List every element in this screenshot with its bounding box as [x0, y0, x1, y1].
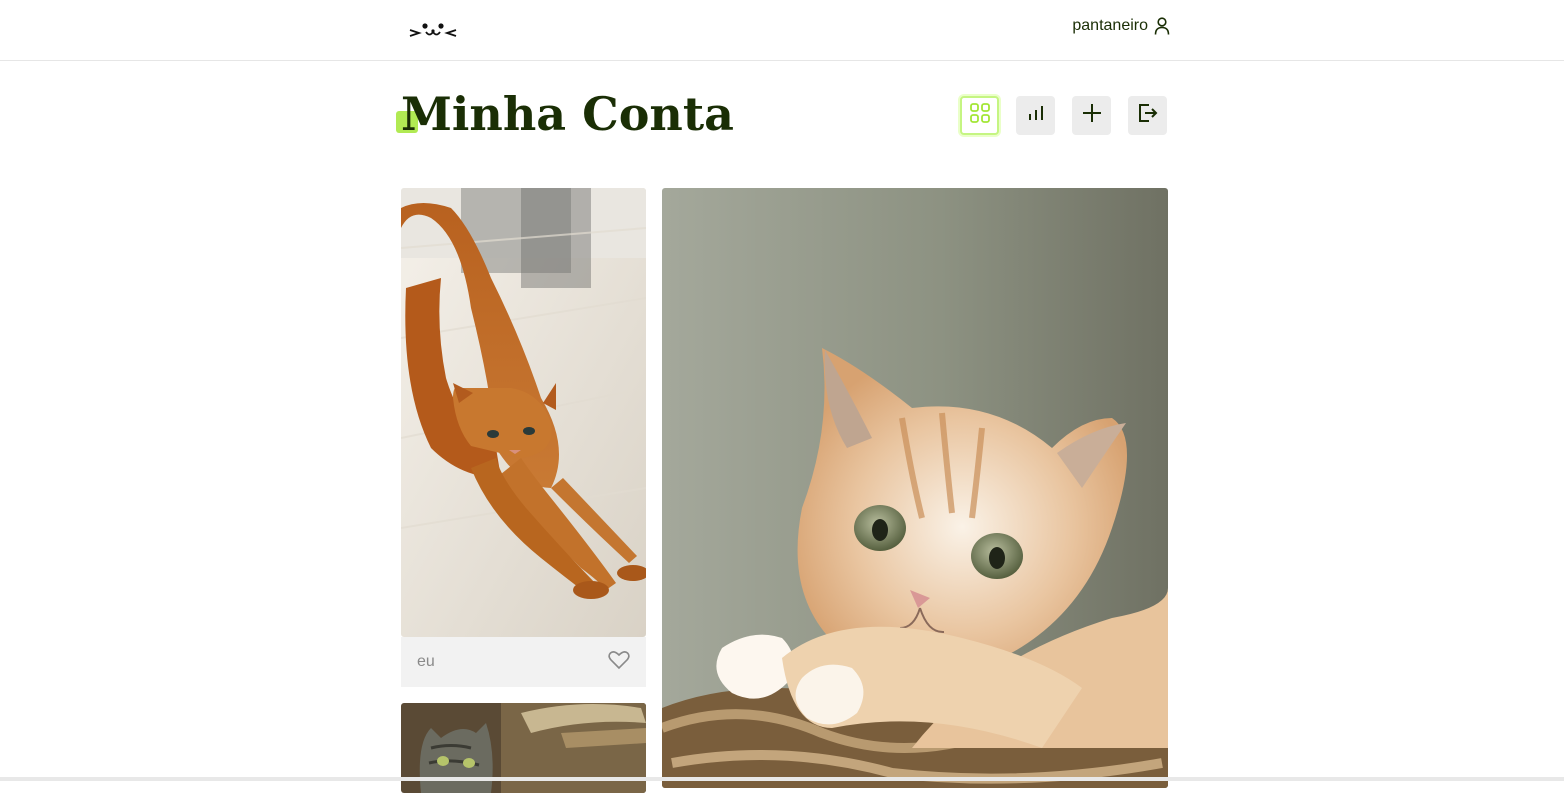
- person-icon: [1154, 17, 1170, 35]
- logout-icon: [1137, 102, 1159, 129]
- like-button[interactable]: [608, 650, 630, 675]
- heart-icon: [608, 650, 630, 675]
- grid-icon: [969, 102, 991, 129]
- cat-face-logo-icon[interactable]: [409, 16, 457, 42]
- grid-view-button[interactable]: [960, 96, 999, 135]
- plus-icon: [1081, 102, 1103, 129]
- page-title: Minha Conta: [401, 87, 734, 141]
- photo-caption[interactable]: eu: [417, 653, 435, 671]
- add-post-button[interactable]: [1072, 96, 1111, 135]
- user-account-link[interactable]: pantaneiro: [1072, 17, 1170, 35]
- photo-cream-kitten[interactable]: [662, 188, 1168, 788]
- bar-chart-icon: [1026, 103, 1046, 128]
- page-title-wrapper: Minha Conta: [396, 86, 734, 142]
- username-label[interactable]: pantaneiro: [1072, 17, 1148, 35]
- photo-caption-bar: eu: [401, 637, 646, 687]
- account-actions: [960, 96, 1167, 135]
- viewport-bottom-edge: [0, 777, 1564, 781]
- logout-button[interactable]: [1128, 96, 1167, 135]
- stats-button[interactable]: [1016, 96, 1055, 135]
- photo-orange-cat-stretching[interactable]: [401, 188, 646, 637]
- top-navbar: pantaneiro: [0, 0, 1564, 61]
